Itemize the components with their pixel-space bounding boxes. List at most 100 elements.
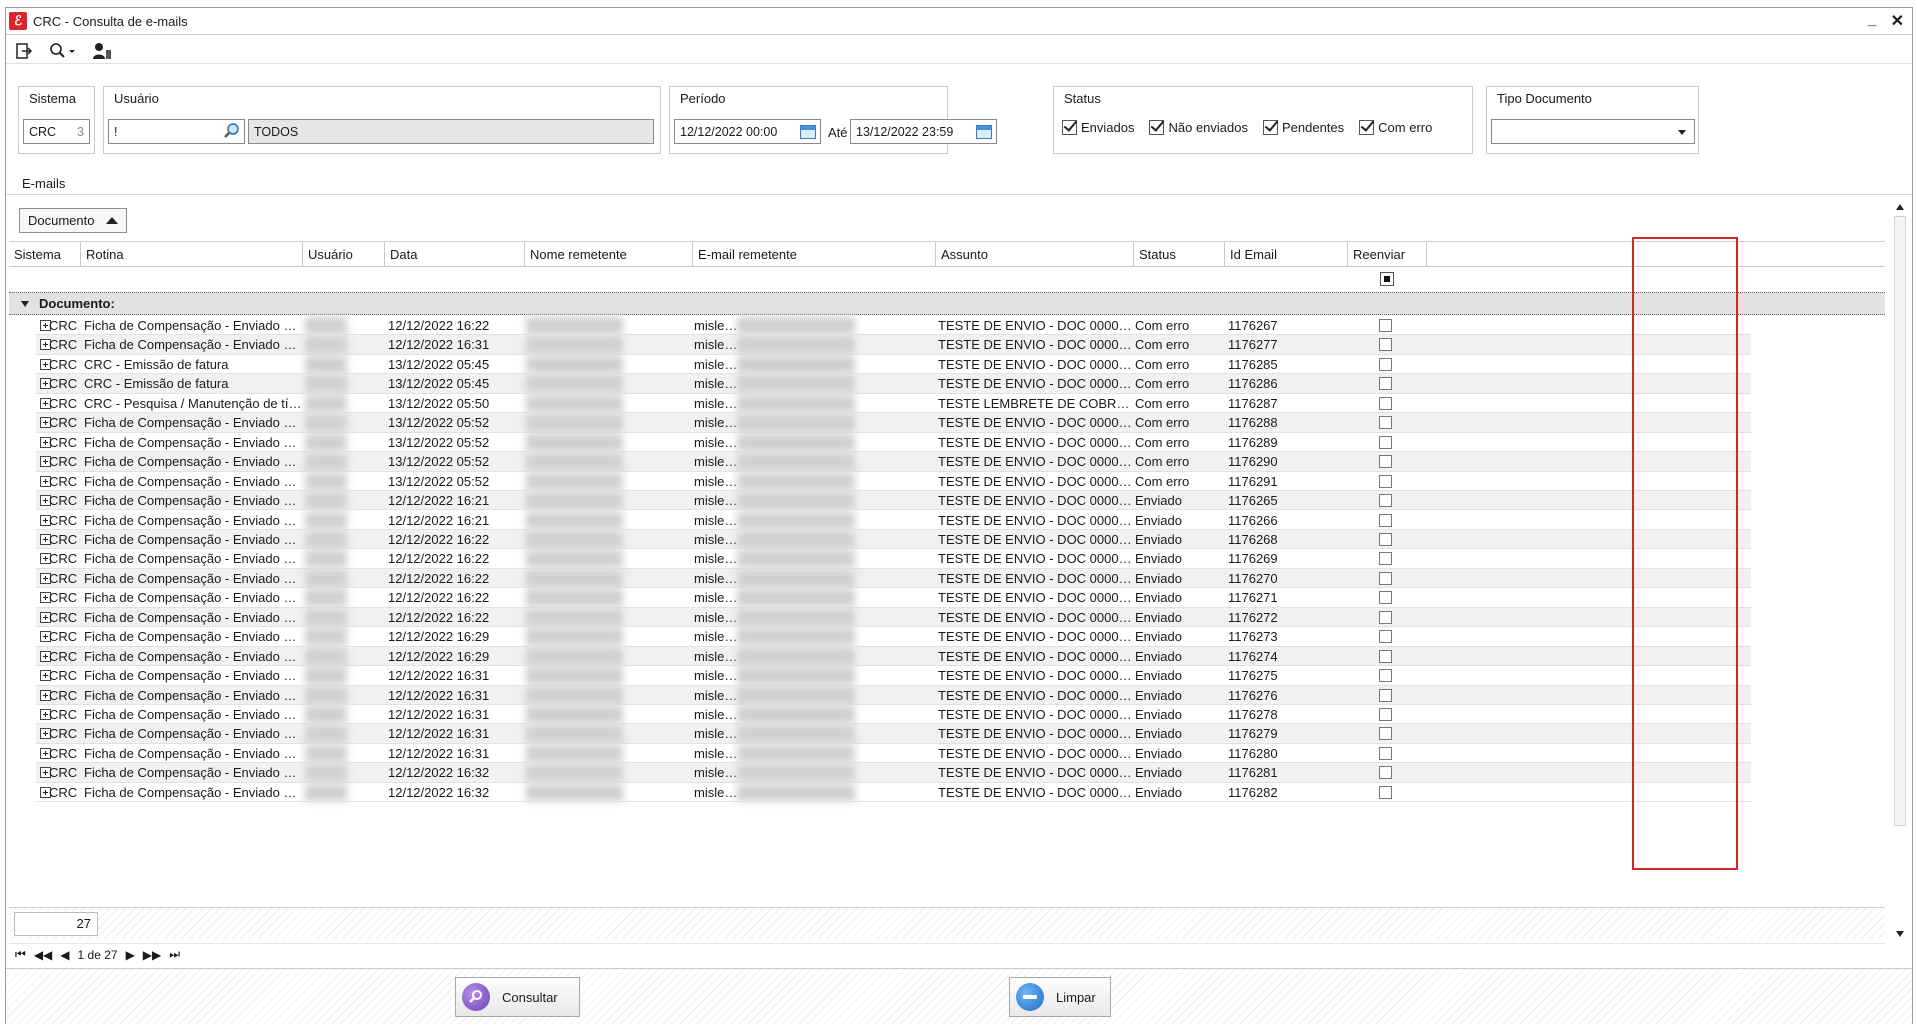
group-row-documento[interactable]: Documento: <box>9 292 1885 315</box>
table-row[interactable]: CRC Ficha de Compensação - Enviado com a … <box>9 433 1885 453</box>
col-header-data[interactable]: Data <box>385 242 525 267</box>
scroll-down-icon[interactable] <box>1896 931 1904 937</box>
table-row[interactable]: CRC CRC - Emissão de fatura 13/12/2022 05:… <box>9 374 1885 394</box>
table-row[interactable]: CRC Ficha de Compensação - Enviado com a … <box>9 627 1885 647</box>
prev-button[interactable]: ◀ <box>60 948 69 962</box>
table-row[interactable]: CRC Ficha de Compensação - Enviado com a … <box>9 724 1885 744</box>
table-row[interactable]: CRC CRC - Pesquisa / Manutenção de título… <box>9 394 1885 414</box>
status-com-erro-checkbox[interactable]: Com erro <box>1359 120 1432 135</box>
table-row[interactable]: CRC Ficha de Compensação - Enviado com a … <box>9 316 1885 336</box>
table-row[interactable]: CRC Ficha de Compensação - Enviado com a … <box>9 588 1885 608</box>
last-page-button[interactable]: ⏭ <box>169 947 180 962</box>
next-page-group-button[interactable]: ▶▶ <box>143 948 161 962</box>
table-row[interactable]: CRC Ficha de Compensação - Enviado com a … <box>9 472 1885 492</box>
consultar-button[interactable]: Consultar <box>455 977 580 1017</box>
reenviar-checkbox[interactable] <box>1379 513 1392 527</box>
group-by-chip[interactable]: Documento <box>19 208 128 233</box>
exit-icon[interactable] <box>14 41 34 61</box>
table-row[interactable]: CRC Ficha de Compensação - Enviado com a … <box>9 452 1885 472</box>
reenviar-checkbox[interactable] <box>1379 630 1392 644</box>
col-header-nome-remetente[interactable]: Nome remetente <box>525 242 693 267</box>
table-row[interactable]: CRC Ficha de Compensação - Enviado com a … <box>9 783 1885 803</box>
prev-page-group-button[interactable]: ◀◀ <box>34 948 52 962</box>
status-enviados-checkbox[interactable]: Enviados <box>1062 120 1134 135</box>
reenviar-checkbox[interactable] <box>1379 727 1392 741</box>
usuario-search-icon[interactable] <box>223 123 241 142</box>
table-row[interactable]: CRC Ficha de Compensação - Enviado com a … <box>9 568 1885 589</box>
vertical-scrollbar[interactable] <box>1891 198 1909 943</box>
first-page-button[interactable]: ⏮ <box>15 947 26 962</box>
search-dropdown-icon[interactable] <box>48 41 78 61</box>
reenviar-checkbox[interactable] <box>1379 610 1392 624</box>
table-row[interactable]: CRC Ficha de Compensação - Enviado com a … <box>9 511 1885 530</box>
reenviar-checkbox[interactable] <box>1379 494 1392 508</box>
table-row[interactable]: CRC Ficha de Compensação - Enviado com a … <box>9 607 1885 628</box>
col-header-reenviar[interactable]: Reenviar <box>1348 242 1427 267</box>
next-button[interactable]: ▶ <box>126 948 135 962</box>
col-header-rotina[interactable]: Rotina <box>81 242 303 267</box>
cell-data: 12/12/2022 16:31 <box>388 668 490 684</box>
reenviar-checkbox[interactable] <box>1379 708 1392 721</box>
reenviar-checkbox[interactable] <box>1379 571 1392 585</box>
periodo-to-input[interactable]: 13/12/2022 23:59 <box>850 119 997 144</box>
reenviar-checkbox[interactable] <box>1379 474 1392 488</box>
col-header-sistema[interactable]: Sistema <box>9 242 81 267</box>
reenviar-checkbox[interactable] <box>1379 688 1392 702</box>
select-all-reenviar-checkbox[interactable] <box>1380 272 1394 286</box>
reenviar-checkbox[interactable] <box>1379 669 1392 683</box>
reenviar-checkbox[interactable] <box>1379 552 1392 566</box>
reenviar-checkbox[interactable] <box>1379 455 1392 469</box>
sistema-field[interactable]: CRC 3 <box>23 119 90 144</box>
usuario-redacted <box>305 414 347 432</box>
nome-remetente-redacted <box>526 492 623 510</box>
reenviar-checkbox[interactable] <box>1379 591 1392 605</box>
table-row[interactable]: CRC Ficha de Compensação - Enviado com a … <box>9 685 1885 705</box>
table-row[interactable]: CRC Ficha de Compensação - Enviado com a … <box>9 549 1885 569</box>
col-header-status[interactable]: Status <box>1134 242 1225 267</box>
table-row[interactable]: CRC Ficha de Compensação - Enviado com a … <box>9 763 1885 783</box>
table-row[interactable]: CRC Ficha de Compensação - Enviado com a … <box>9 744 1885 764</box>
reenviar-checkbox[interactable] <box>1379 319 1392 332</box>
reenviar-checkbox[interactable] <box>1379 435 1392 449</box>
table-row[interactable]: CRC Ficha de Compensação - Enviado com a … <box>9 413 1885 433</box>
reenviar-checkbox[interactable] <box>1379 338 1392 352</box>
reenviar-checkbox[interactable] <box>1379 377 1392 391</box>
usuario-input[interactable]: ! <box>108 119 245 144</box>
table-row[interactable]: CRC CRC - Emissão de fatura 13/12/2022 05:… <box>9 355 1885 375</box>
table-row[interactable]: CRC Ficha de Compensação - Enviado com a … <box>9 335 1885 355</box>
user-icon[interactable] <box>92 41 112 61</box>
col-header-email-remetente[interactable]: E-mail remetente <box>693 242 936 267</box>
col-header-assunto[interactable]: Assunto <box>936 242 1134 267</box>
table-row[interactable]: CRC Ficha de Compensação - Enviado com a … <box>9 666 1885 686</box>
table-row[interactable]: CRC Ficha de Compensação - Enviado com a … <box>9 529 1885 550</box>
scroll-up-icon[interactable] <box>1896 204 1904 210</box>
reenviar-checkbox[interactable] <box>1379 416 1392 430</box>
cell-email-remetente: misleide. <box>694 415 739 431</box>
calendar-icon[interactable] <box>800 125 816 139</box>
reenviar-checkbox[interactable] <box>1379 396 1392 410</box>
reenviar-checkbox[interactable] <box>1379 532 1392 546</box>
periodo-from-input[interactable]: 12/12/2022 00:00 <box>674 119 821 144</box>
col-header-usuario[interactable]: Usuário <box>303 242 385 267</box>
cell-data: 13/12/2022 05:45 <box>388 376 490 392</box>
scroll-track[interactable] <box>1894 216 1906 826</box>
table-row[interactable]: CRC Ficha de Compensação - Enviado com a … <box>9 705 1885 725</box>
reenviar-checkbox[interactable] <box>1379 766 1392 780</box>
email-remetente-redacted <box>737 472 855 490</box>
reenviar-checkbox[interactable] <box>1379 649 1392 663</box>
limpar-button[interactable]: Limpar <box>1009 977 1111 1017</box>
status-nao-enviados-checkbox[interactable]: Não enviados <box>1149 120 1248 135</box>
calendar-icon[interactable] <box>976 125 992 139</box>
usuario-redacted <box>305 317 347 334</box>
collapse-caret-icon[interactable] <box>21 300 29 307</box>
reenviar-checkbox[interactable] <box>1379 785 1392 799</box>
reenviar-checkbox[interactable] <box>1379 357 1392 371</box>
col-header-id-email[interactable]: Id Email <box>1225 242 1348 267</box>
reenviar-checkbox[interactable] <box>1379 746 1392 760</box>
tipo-documento-select[interactable] <box>1491 119 1695 144</box>
table-row[interactable]: CRC Ficha de Compensação - Enviado com a … <box>9 646 1885 667</box>
minimize-button[interactable]: _ <box>1868 11 1877 31</box>
status-pendentes-checkbox[interactable]: Pendentes <box>1262 120 1344 135</box>
close-button[interactable]: ✕ <box>1891 11 1904 31</box>
table-row[interactable]: CRC Ficha de Compensação - Enviado com a … <box>9 491 1885 511</box>
